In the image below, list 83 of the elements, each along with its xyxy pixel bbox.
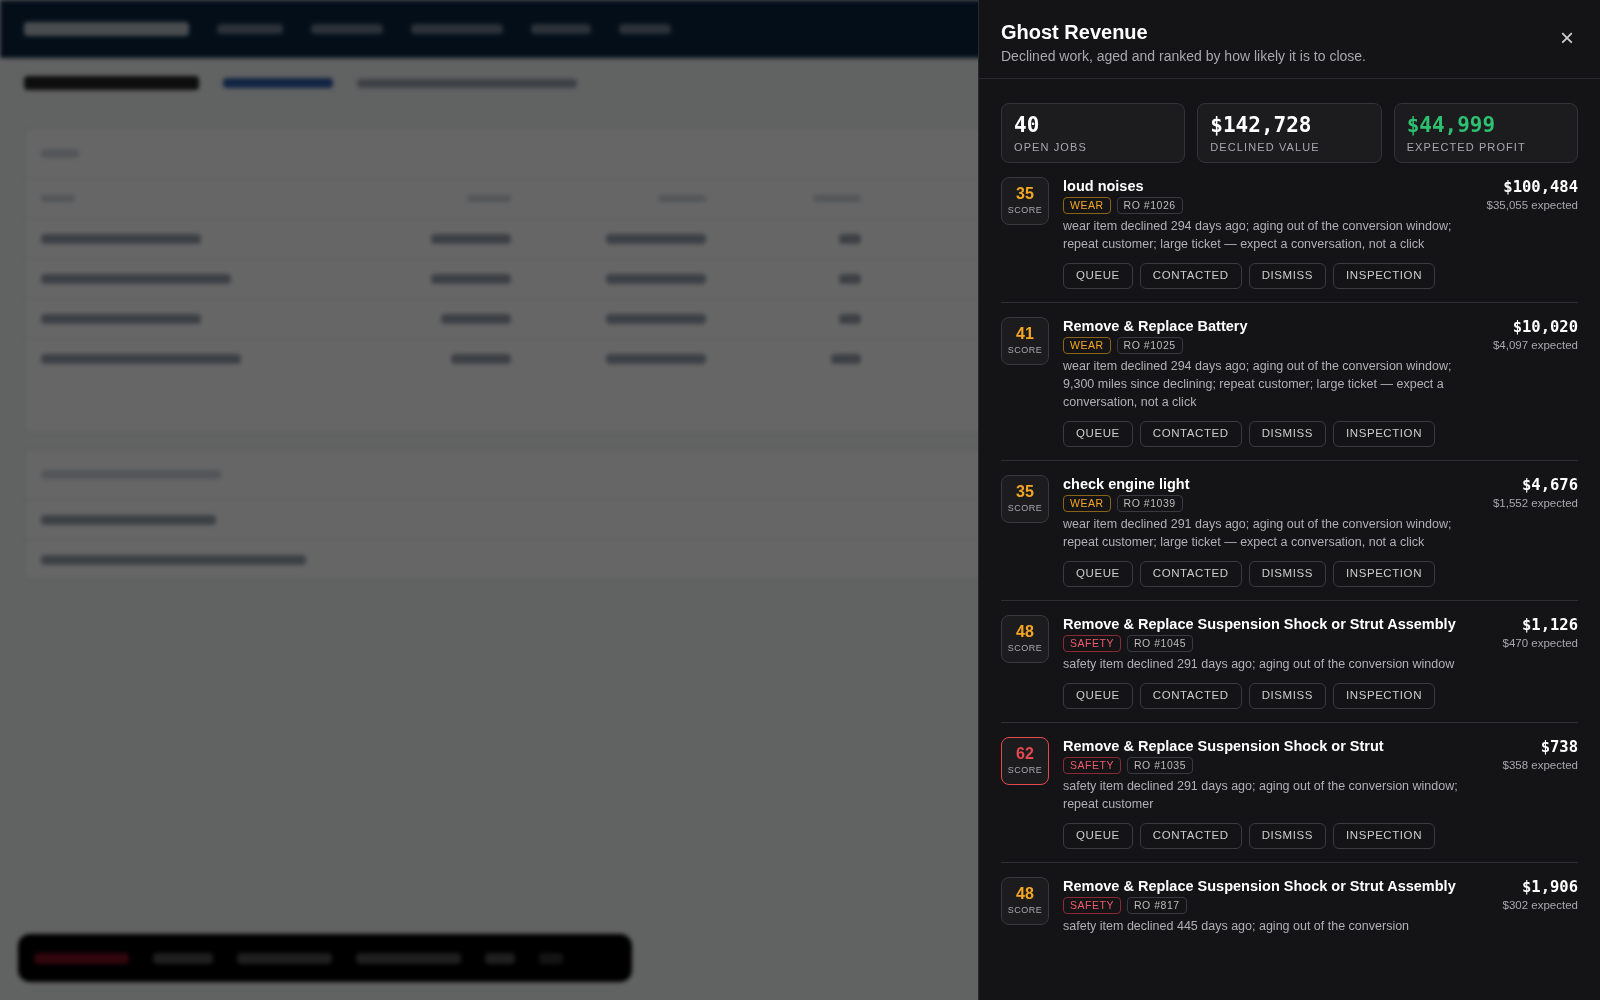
stat-value: $44,999: [1406, 112, 1497, 139]
job-value: $100,484: [1502, 176, 1578, 197]
action-button[interactable]: QUEUE: [1063, 420, 1133, 447]
reason-text: wear item declined 294 days ago; aging out of the conversion window; 9,300 miles since declining; repeat customer; large ticket — expect a conversation, not a click: [1063, 357, 1453, 411]
score-label: SCORE: [1007, 343, 1043, 357]
reason-text: safety item declined 445 days ago; aging out of the conversion: [1063, 917, 1411, 935]
action-button[interactable]: CONTACTED: [1139, 560, 1242, 587]
action-button[interactable]: QUEUE: [1063, 560, 1133, 587]
action-button[interactable]: CONTACTED: [1139, 822, 1242, 849]
job-value: $10,020: [1511, 316, 1578, 337]
category-tag: SAFETY: [1063, 756, 1121, 774]
expected-value: $358 expected: [1502, 757, 1578, 773]
expected-value: $4,097 expected: [1492, 337, 1578, 353]
reason-text: wear item declined 294 days ago; aging out of the conversion window; repeat customer; large ticket — expect a conversation, not a click: [1063, 217, 1453, 253]
score-value: 62: [1016, 743, 1034, 764]
ro-tag: RO #1026: [1116, 196, 1183, 214]
score-value: 35: [1016, 481, 1034, 502]
action-button[interactable]: INSPECTION: [1333, 420, 1436, 447]
score-label: SCORE: [1007, 763, 1043, 777]
job-value: $4,676: [1521, 474, 1578, 495]
stat-label: EXPECTED PROFIT: [1406, 140, 1527, 155]
stat-label: OPEN JOBS: [1014, 140, 1088, 155]
action-button[interactable]: QUEUE: [1063, 682, 1133, 709]
blurred-text: [441, 313, 511, 324]
panel-subtitle: Declined work, aged and ranked by how likely it is to close.: [1001, 47, 1366, 66]
blurred-text: [839, 273, 861, 284]
reason-text: safety item declined 291 days ago; aging out of the conversion window: [1063, 655, 1456, 673]
ro-tag: RO #1035: [1127, 756, 1194, 774]
stat-label: DECLINED VALUE: [1210, 140, 1321, 155]
job-value: $1,126: [1521, 614, 1578, 635]
expected-value: $470 expected: [1502, 635, 1578, 651]
ro-tag: RO #1045: [1127, 634, 1194, 652]
action-button[interactable]: CONTACTED: [1139, 682, 1242, 709]
action-button[interactable]: DISMISS: [1248, 560, 1326, 587]
score-label: SCORE: [1007, 641, 1043, 655]
score-label: SCORE: [1007, 501, 1043, 515]
score-value: 48: [1016, 621, 1034, 642]
expected-value: $1,552 expected: [1492, 495, 1578, 511]
blurred-text: [451, 353, 511, 364]
action-button[interactable]: DISMISS: [1248, 420, 1326, 447]
job-value: $1,906: [1521, 876, 1578, 897]
action-button[interactable]: DISMISS: [1248, 822, 1326, 849]
action-button[interactable]: CONTACTED: [1139, 262, 1242, 289]
blurred-text: [839, 313, 861, 324]
action-button[interactable]: QUEUE: [1063, 822, 1133, 849]
action-button[interactable]: DISMISS: [1248, 262, 1326, 289]
reason-text: wear item declined 291 days ago; aging out of the conversion window; repeat customer; large ticket — expect a conversation, not a click: [1063, 515, 1453, 551]
job-title: Remove & Replace Suspension Shock or Strut Assembly: [1063, 614, 1457, 633]
job-title: loud noises: [1063, 176, 1145, 195]
stat-value: $142,728: [1210, 112, 1313, 139]
stat-value: 40: [1014, 112, 1041, 139]
action-button[interactable]: DISMISS: [1248, 682, 1326, 709]
expected-value: $35,055 expected: [1486, 197, 1578, 213]
reason-text: safety item declined 291 days ago; aging out of the conversion window; repeat customer: [1063, 777, 1459, 813]
job-title: Remove & Replace Suspension Shock or Strut Assembly: [1063, 876, 1457, 895]
close-button[interactable]: ×: [1560, 26, 1574, 50]
ro-tag: RO #1025: [1116, 336, 1183, 354]
score-label: SCORE: [1007, 203, 1043, 217]
action-button[interactable]: CONTACTED: [1139, 420, 1242, 447]
job-title: Remove & Replace Battery: [1063, 316, 1249, 335]
score-value: 35: [1016, 183, 1034, 204]
blurred-text: [839, 233, 861, 244]
category-tag: SAFETY: [1063, 896, 1121, 914]
expected-value: $302 expected: [1502, 897, 1578, 913]
action-button[interactable]: INSPECTION: [1333, 262, 1436, 289]
action-button[interactable]: INSPECTION: [1333, 560, 1436, 587]
action-button[interactable]: INSPECTION: [1333, 822, 1436, 849]
score-value: 41: [1016, 323, 1034, 344]
action-button[interactable]: QUEUE: [1063, 262, 1133, 289]
panel-title: Ghost Revenue: [1001, 20, 1149, 45]
ro-tag: RO #1039: [1116, 494, 1183, 512]
ro-tag: RO #817: [1127, 896, 1187, 914]
job-title: Remove & Replace Suspension Shock or Strut: [1063, 736, 1385, 755]
blurred-text: [831, 353, 861, 364]
category-tag: WEAR: [1063, 336, 1111, 354]
score-value: 48: [1016, 883, 1034, 904]
score-label: SCORE: [1007, 903, 1043, 917]
category-tag: SAFETY: [1063, 634, 1121, 652]
category-tag: WEAR: [1063, 196, 1111, 214]
job-value: $738: [1539, 736, 1578, 757]
action-button[interactable]: INSPECTION: [1333, 682, 1436, 709]
category-tag: WEAR: [1063, 494, 1111, 512]
job-title: check engine light: [1063, 474, 1191, 493]
